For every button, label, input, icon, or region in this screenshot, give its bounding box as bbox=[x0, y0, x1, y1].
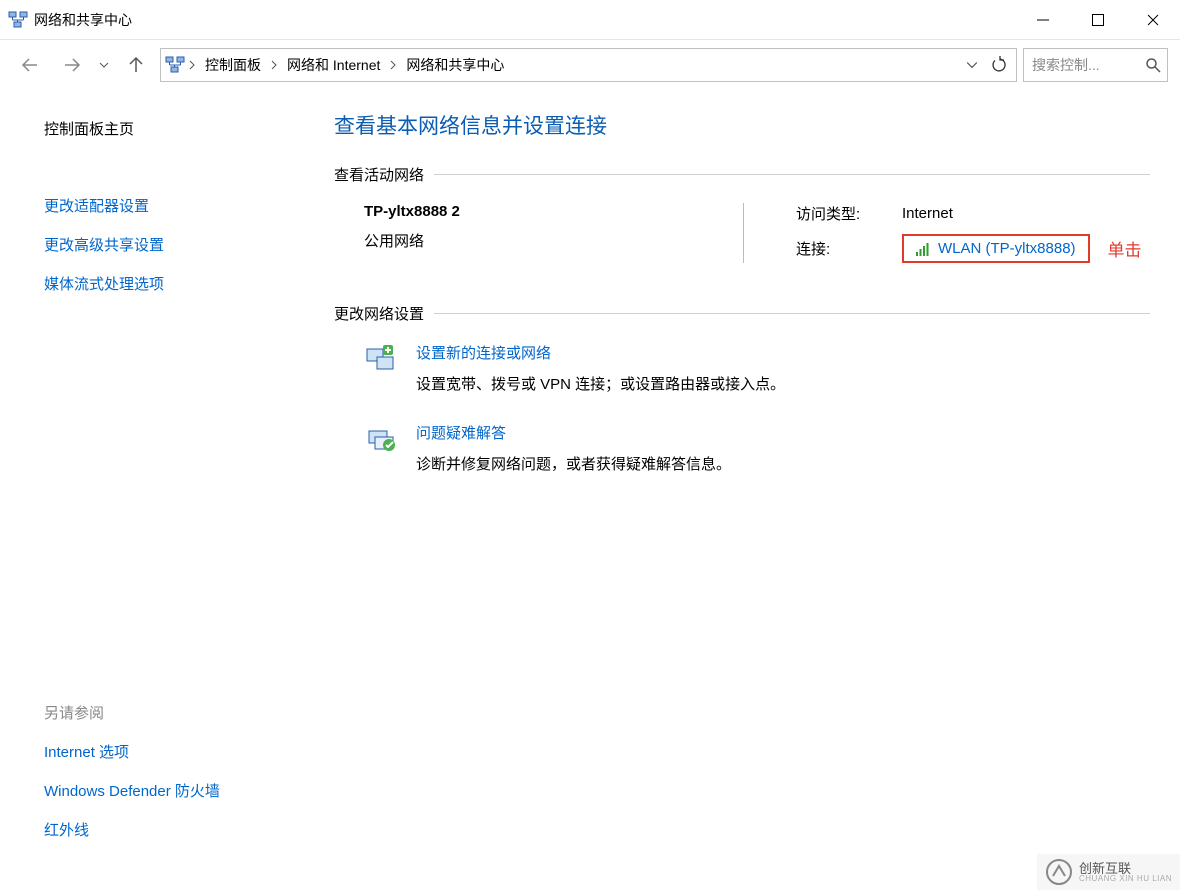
titlebar: 网络和共享中心 bbox=[0, 0, 1180, 40]
navbar: 控制面板 网络和 Internet 网络和共享中心 bbox=[0, 40, 1180, 90]
sidebar-link-advanced-sharing[interactable]: 更改高级共享设置 bbox=[44, 234, 300, 255]
wifi-signal-icon bbox=[916, 242, 932, 256]
access-type-value: Internet bbox=[902, 205, 953, 222]
forward-button[interactable] bbox=[54, 47, 90, 83]
search-icon[interactable] bbox=[1145, 57, 1161, 73]
watermark-text: 创新互联 bbox=[1079, 862, 1172, 875]
settings-link[interactable]: 设置新的连接或网络 bbox=[416, 342, 551, 363]
annotation-highlight-box: WLAN (TP-yltx8888) bbox=[902, 234, 1090, 263]
back-button[interactable] bbox=[12, 47, 48, 83]
breadcrumb-item[interactable]: 网络和 Internet bbox=[281, 49, 386, 81]
chevron-right-icon[interactable] bbox=[269, 60, 279, 70]
section-label-text: 更改网络设置 bbox=[334, 303, 424, 324]
sidebar-link-internet-options[interactable]: Internet 选项 bbox=[44, 741, 300, 762]
settings-description: 设置宽带、拨号或 VPN 连接；或设置路由器或接入点。 bbox=[416, 373, 785, 394]
watermark-subtext: CHUANG XIN HU LIAN bbox=[1079, 875, 1172, 883]
settings-item-new-connection: 设置新的连接或网络 设置宽带、拨号或 VPN 连接；或设置路由器或接入点。 bbox=[364, 342, 1150, 394]
divider bbox=[434, 313, 1150, 314]
close-button[interactable] bbox=[1125, 0, 1180, 40]
section-label-text: 查看活动网络 bbox=[334, 164, 424, 185]
watermark: 创新互联 CHUANG XIN HU LIAN bbox=[1037, 854, 1180, 890]
window-title: 网络和共享中心 bbox=[34, 10, 132, 30]
sidebar: 控制面板主页 更改适配器设置 更改高级共享设置 媒体流式处理选项 另请参阅 In… bbox=[0, 90, 300, 890]
settings-item-troubleshoot: 问题疑难解答 诊断并修复网络问题，或者获得疑难解答信息。 bbox=[364, 422, 1150, 474]
address-dropdown[interactable] bbox=[962, 59, 982, 71]
chevron-right-icon[interactable] bbox=[388, 60, 398, 70]
breadcrumb-item[interactable]: 网络和共享中心 bbox=[400, 49, 510, 81]
address-bar[interactable]: 控制面板 网络和 Internet 网络和共享中心 bbox=[160, 48, 1017, 82]
maximize-button[interactable] bbox=[1070, 0, 1125, 40]
sidebar-link-defender-firewall[interactable]: Windows Defender 防火墙 bbox=[44, 780, 300, 801]
recent-locations-dropdown[interactable] bbox=[96, 60, 112, 70]
network-sharing-center-icon bbox=[8, 10, 28, 30]
sidebar-link-adapter-settings[interactable]: 更改适配器设置 bbox=[44, 195, 300, 216]
active-network-block: TP-yltx8888 2 公用网络 访问类型: Internet 连接: bbox=[334, 203, 1150, 263]
vertical-divider bbox=[743, 203, 744, 263]
annotation-label: 单击 bbox=[1108, 236, 1142, 261]
up-button[interactable] bbox=[118, 47, 154, 83]
troubleshoot-icon bbox=[364, 422, 400, 458]
section-change-settings: 更改网络设置 bbox=[334, 303, 1150, 324]
refresh-button[interactable] bbox=[988, 53, 1012, 77]
breadcrumb-label: 网络和共享中心 bbox=[406, 55, 504, 75]
wlan-link-text: WLAN (TP-yltx8888) bbox=[938, 240, 1076, 257]
sidebar-link-media-streaming[interactable]: 媒体流式处理选项 bbox=[44, 273, 300, 294]
minimize-button[interactable] bbox=[1015, 0, 1070, 40]
see-also-label: 另请参阅 bbox=[44, 702, 300, 723]
search-box[interactable] bbox=[1023, 48, 1168, 82]
network-name: TP-yltx8888 2 bbox=[364, 203, 697, 220]
breadcrumb-item[interactable]: 控制面板 bbox=[199, 49, 267, 81]
wlan-connection-link[interactable]: WLAN (TP-yltx8888) bbox=[910, 238, 1082, 259]
network-sharing-center-icon bbox=[165, 55, 185, 75]
sidebar-home-link[interactable]: 控制面板主页 bbox=[44, 118, 300, 139]
page-heading: 查看基本网络信息并设置连接 bbox=[334, 110, 1150, 140]
settings-link[interactable]: 问题疑难解答 bbox=[416, 422, 506, 443]
search-input[interactable] bbox=[1030, 56, 1139, 74]
divider bbox=[434, 174, 1150, 175]
network-type: 公用网络 bbox=[364, 230, 697, 251]
chevron-right-icon[interactable] bbox=[187, 60, 197, 70]
connection-label: 连接: bbox=[796, 238, 894, 259]
breadcrumb-label: 控制面板 bbox=[205, 55, 261, 75]
main-content: 查看基本网络信息并设置连接 查看活动网络 TP-yltx8888 2 公用网络 … bbox=[300, 90, 1180, 890]
watermark-logo-icon bbox=[1045, 858, 1073, 886]
breadcrumb-label: 网络和 Internet bbox=[287, 55, 380, 75]
access-type-label: 访问类型: bbox=[796, 203, 894, 224]
sidebar-link-infrared[interactable]: 红外线 bbox=[44, 819, 300, 840]
settings-description: 诊断并修复网络问题，或者获得疑难解答信息。 bbox=[416, 453, 731, 474]
section-active-networks: 查看活动网络 bbox=[334, 164, 1150, 185]
new-connection-icon bbox=[364, 342, 400, 378]
